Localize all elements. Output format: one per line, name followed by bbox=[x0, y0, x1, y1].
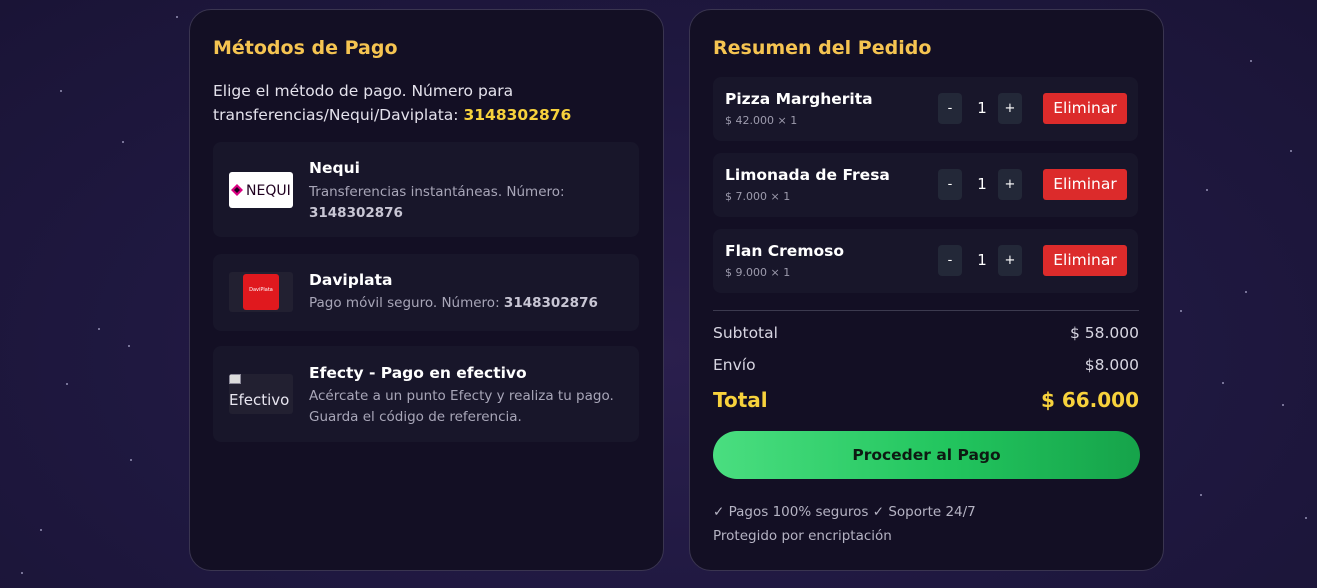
security-note: ✓ Pagos 100% seguros ✓ Soporte 24/7 bbox=[713, 504, 976, 520]
increase-quantity-button[interactable]: + bbox=[998, 93, 1022, 124]
star-decoration bbox=[1250, 60, 1252, 62]
star-decoration bbox=[1282, 404, 1284, 406]
method-description: Transferencias instantáneas. Número: 3148… bbox=[309, 184, 565, 221]
item-price: $ 7.000 × 1 bbox=[725, 190, 791, 203]
subtotal-value: $ 58.000 bbox=[1069, 324, 1139, 342]
star-decoration bbox=[1206, 189, 1208, 191]
item-name: Pizza Margherita bbox=[725, 90, 873, 108]
item-name: Flan Cremoso bbox=[725, 242, 844, 260]
star-decoration bbox=[130, 459, 132, 461]
increase-quantity-button[interactable]: + bbox=[998, 245, 1022, 276]
remove-item-button[interactable]: Eliminar bbox=[1043, 93, 1127, 124]
item-quantity: 1 bbox=[977, 251, 987, 269]
broken-image-icon: Efectivo bbox=[229, 374, 293, 414]
decrease-quantity-button[interactable]: - bbox=[938, 93, 962, 124]
shipping-row: Envío $8.000 bbox=[713, 356, 1139, 374]
payment-method-nequi[interactable]: NEQUI Nequi Transferencias instantáneas.… bbox=[213, 142, 639, 237]
increase-quantity-button[interactable]: + bbox=[998, 169, 1022, 200]
subtotal-label: Subtotal bbox=[713, 324, 778, 342]
remove-item-button[interactable]: Eliminar bbox=[1043, 169, 1127, 200]
decrease-quantity-button[interactable]: - bbox=[938, 169, 962, 200]
payment-methods-title: Métodos de Pago bbox=[213, 37, 398, 59]
summary-divider bbox=[713, 310, 1139, 311]
method-name: Daviplata bbox=[309, 271, 393, 289]
payment-intro: Elige el método de pago. Número para tra… bbox=[213, 79, 633, 127]
total-value: $ 66.000 bbox=[1040, 388, 1139, 412]
nequi-logo-icon: NEQUI bbox=[229, 172, 293, 208]
shipping-label: Envío bbox=[713, 356, 756, 374]
method-description: Acércate a un punto Efecty y realiza tu … bbox=[309, 388, 614, 425]
star-decoration bbox=[1245, 291, 1247, 293]
shipping-value: $8.000 bbox=[1084, 356, 1139, 374]
item-price: $ 9.000 × 1 bbox=[725, 266, 791, 279]
star-decoration bbox=[66, 383, 68, 385]
remove-item-button[interactable]: Eliminar bbox=[1043, 245, 1127, 276]
payment-method-efecty[interactable]: Efectivo Efecty - Pago en efectivo Acérc… bbox=[213, 346, 639, 442]
star-decoration bbox=[98, 328, 100, 330]
total-label: Total bbox=[713, 388, 768, 412]
item-quantity: 1 bbox=[977, 175, 987, 193]
payment-intro-number: 3148302876 bbox=[463, 106, 572, 124]
payment-methods-card: Métodos de Pago Elige el método de pago.… bbox=[189, 9, 664, 571]
star-decoration bbox=[1222, 382, 1224, 384]
star-decoration bbox=[1305, 517, 1307, 519]
order-summary-title: Resumen del Pedido bbox=[713, 37, 932, 59]
star-decoration bbox=[1180, 310, 1182, 312]
star-decoration bbox=[40, 529, 42, 531]
svg-text:NEQUI: NEQUI bbox=[246, 183, 291, 199]
star-decoration bbox=[122, 141, 124, 143]
cart-item: Pizza Margherita $ 42.000 × 1 - 1 + Elim… bbox=[713, 77, 1138, 141]
star-decoration bbox=[176, 16, 178, 18]
star-decoration bbox=[1200, 494, 1202, 496]
total-row: Total $ 66.000 bbox=[713, 388, 1139, 412]
decrease-quantity-button[interactable]: - bbox=[938, 245, 962, 276]
method-name: Efecty - Pago en efectivo bbox=[309, 364, 527, 382]
item-quantity: 1 bbox=[977, 99, 987, 117]
star-decoration bbox=[128, 345, 130, 347]
payment-method-daviplata[interactable]: DaviPlata Daviplata Pago móvil seguro. N… bbox=[213, 254, 639, 331]
star-decoration bbox=[60, 90, 62, 92]
item-price: $ 42.000 × 1 bbox=[725, 114, 798, 127]
star-decoration bbox=[21, 572, 23, 574]
subtotal-row: Subtotal $ 58.000 bbox=[713, 324, 1139, 342]
order-summary-card: Resumen del Pedido Pizza Margherita $ 42… bbox=[689, 9, 1164, 571]
method-name: Nequi bbox=[309, 159, 360, 177]
item-name: Limonada de Fresa bbox=[725, 166, 890, 184]
cart-item: Flan Cremoso $ 9.000 × 1 - 1 + Eliminar bbox=[713, 229, 1138, 293]
daviplata-logo-icon: DaviPlata bbox=[229, 272, 293, 312]
cart-item: Limonada de Fresa $ 7.000 × 1 - 1 + Elim… bbox=[713, 153, 1138, 217]
star-decoration bbox=[1290, 150, 1292, 152]
method-description: Pago móvil seguro. Número: 3148302876 bbox=[309, 295, 598, 311]
encryption-note: Protegido por encriptación bbox=[713, 528, 892, 544]
proceed-to-payment-button[interactable]: Proceder al Pago bbox=[713, 431, 1140, 479]
